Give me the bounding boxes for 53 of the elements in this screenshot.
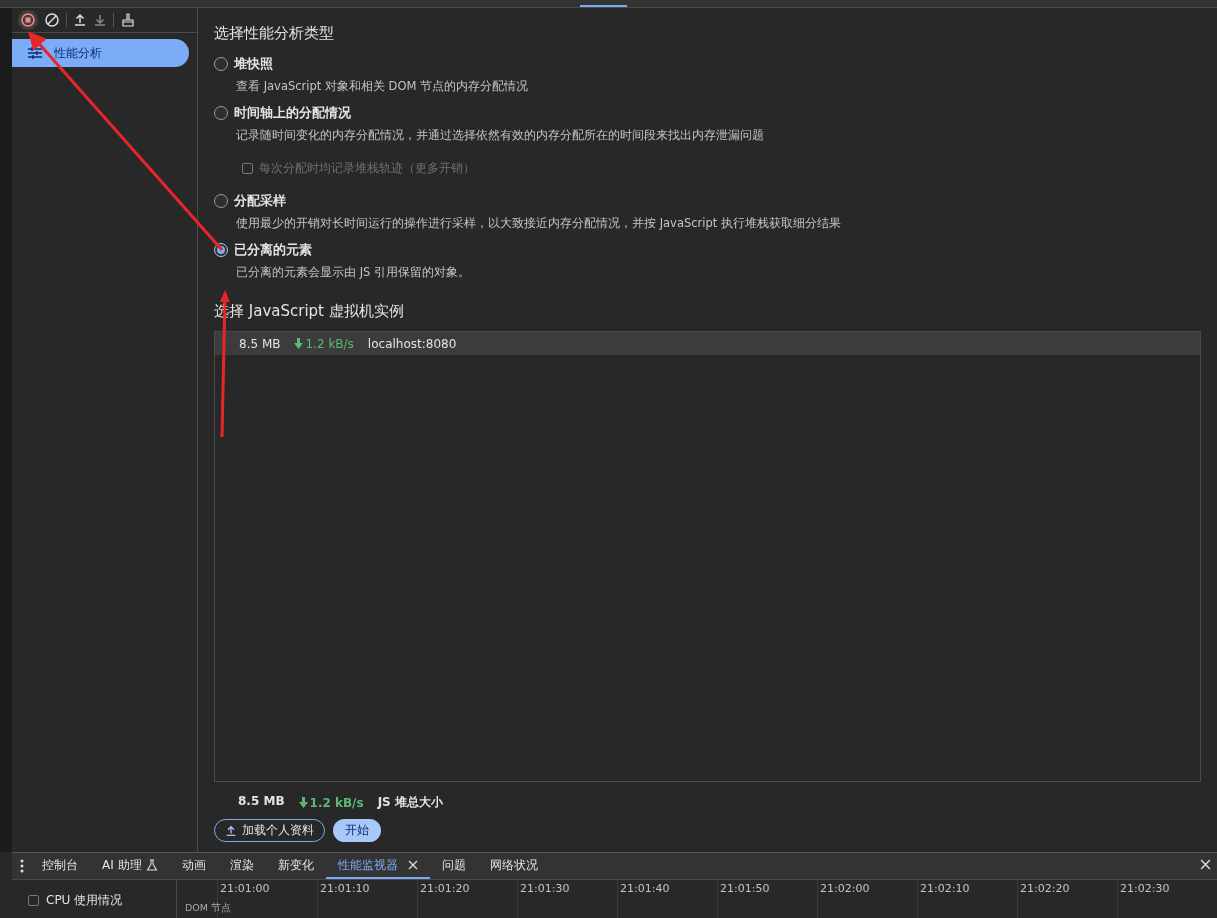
checkbox-label: 每次分配时均记录堆栈轨迹（更多开销）	[259, 161, 475, 176]
close-icon[interactable]	[407, 860, 418, 870]
download-icon[interactable]	[93, 13, 107, 27]
section-heading: 选择性能分析类型	[214, 24, 335, 43]
option-description: 记录随时间变化的内存分配情况，并通过选择依然有效的内存分配所在的时间段来找出内存泄漏问题	[236, 128, 765, 143]
time-tick: 21:01:40	[620, 882, 670, 895]
drawer-tab[interactable]: AI 助理	[90, 853, 170, 879]
time-tick: 21:02:20	[1020, 882, 1070, 895]
radio-button[interactable]	[214, 57, 228, 71]
record-stop-icon[interactable]	[18, 10, 38, 30]
down-arrow-icon	[294, 338, 304, 349]
metric-label: CPU 使用情况	[46, 892, 123, 909]
vm-instance-row[interactable]: 8.5 MB 1.2 kB/s localhost:8080	[215, 332, 1200, 355]
flask-icon	[145, 859, 158, 871]
broom-icon[interactable]	[120, 12, 136, 28]
sliders-icon	[28, 47, 42, 59]
radio-button[interactable]	[214, 194, 228, 208]
heap-size: 8.5 MB	[238, 794, 285, 810]
drawer-tab[interactable]: 渲染	[217, 853, 266, 879]
option-label: 已分离的元素	[234, 241, 312, 259]
time-tick: 21:02:00	[820, 882, 870, 895]
time-tick: 21:01:20	[420, 882, 470, 895]
close-icon[interactable]	[1200, 859, 1211, 870]
option-label: 分配采样	[234, 192, 286, 210]
time-tick: 21:02:10	[920, 882, 970, 895]
time-tick: 21:01:30	[520, 882, 570, 895]
upload-icon[interactable]	[73, 13, 87, 27]
drawer-tab[interactable]: 性能监视器	[325, 853, 430, 879]
heap-rate: 1.2 kB/s	[309, 795, 364, 810]
start-button[interactable]: 开始	[333, 819, 381, 842]
option-label: 堆快照	[234, 55, 273, 73]
drawer-tab[interactable]: 问题	[429, 853, 478, 879]
drawer-tab[interactable]: 网络状况	[477, 853, 550, 879]
clear-icon[interactable]	[44, 12, 60, 28]
option-description: 使用最少的开销对长时间运行的操作进行采样，以大致接近内存分配情况，并按 JavaScript 执行堆栈获取细分结果	[236, 216, 842, 231]
down-arrow-icon	[298, 797, 308, 808]
upload-icon	[225, 824, 237, 837]
option-description: 已分离的元素会显示由 JS 引用保留的对象。	[236, 265, 471, 280]
more-menu-icon[interactable]	[20, 859, 24, 873]
checkbox[interactable]	[28, 895, 39, 906]
drawer-tab[interactable]: 控制台	[30, 853, 90, 879]
drawer-tab[interactable]: 新变化	[265, 853, 326, 879]
series-label: DOM 节点	[185, 902, 231, 915]
heap-label: JS 堆总大小	[377, 794, 443, 811]
time-tick: 21:01:00	[220, 882, 270, 895]
option-description: 查看 JavaScript 对象和相关 DOM 节点的内存分配情况	[236, 79, 530, 94]
option-label: 时间轴上的分配情况	[234, 104, 351, 122]
time-tick: 21:01:50	[720, 882, 770, 895]
radio-button[interactable]	[214, 106, 228, 120]
drawer-tab[interactable]: 动画	[169, 853, 218, 879]
time-tick: 21:02:30	[1120, 882, 1170, 895]
time-tick: 21:01:10	[320, 882, 370, 895]
sidebar-item[interactable]: 性能分析	[12, 39, 189, 67]
